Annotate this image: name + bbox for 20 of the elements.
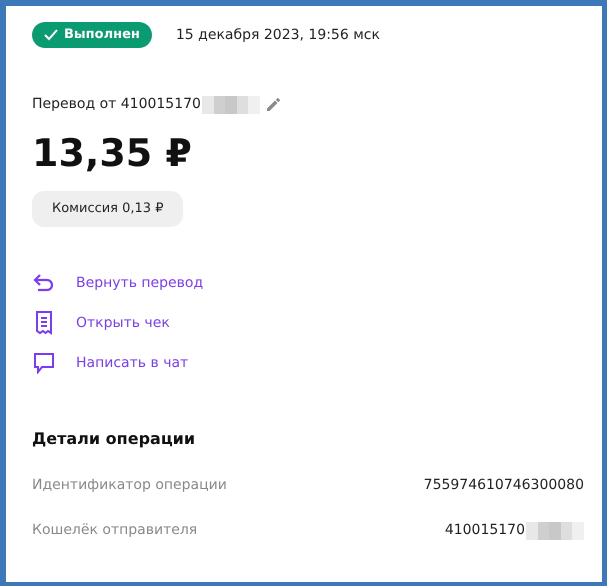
action-link[interactable]: Написать в чат — [32, 351, 584, 375]
receipt-icon — [35, 311, 53, 335]
return-arrow-icon — [33, 273, 55, 293]
detail-value: 755974610746300080 — [424, 476, 584, 495]
action-link[interactable]: Открыть чек — [32, 311, 584, 335]
commission-chip: Комиссия 0,13 ₽ — [32, 191, 184, 227]
date-text: 15 декабря 2023, 19:56 мск — [176, 26, 380, 44]
check-icon — [44, 29, 58, 41]
detail-value: 410015170 — [444, 521, 525, 540]
redacted-mark — [202, 96, 260, 114]
detail-label: Кошелёк отправителя — [32, 521, 198, 540]
redacted-mark — [526, 522, 584, 540]
amount-text: 13,35 ₽ — [32, 130, 193, 177]
chat-icon — [33, 352, 55, 374]
pencil-icon[interactable] — [266, 97, 281, 112]
detail-label: Идентификатор операции — [32, 476, 227, 495]
section-heading: Детали операции — [32, 428, 196, 450]
status-badge: Выполнен — [32, 22, 152, 48]
transfer-label: Перевод от 410015170 — [32, 95, 201, 114]
action-link[interactable]: Вернуть перевод — [32, 271, 584, 295]
